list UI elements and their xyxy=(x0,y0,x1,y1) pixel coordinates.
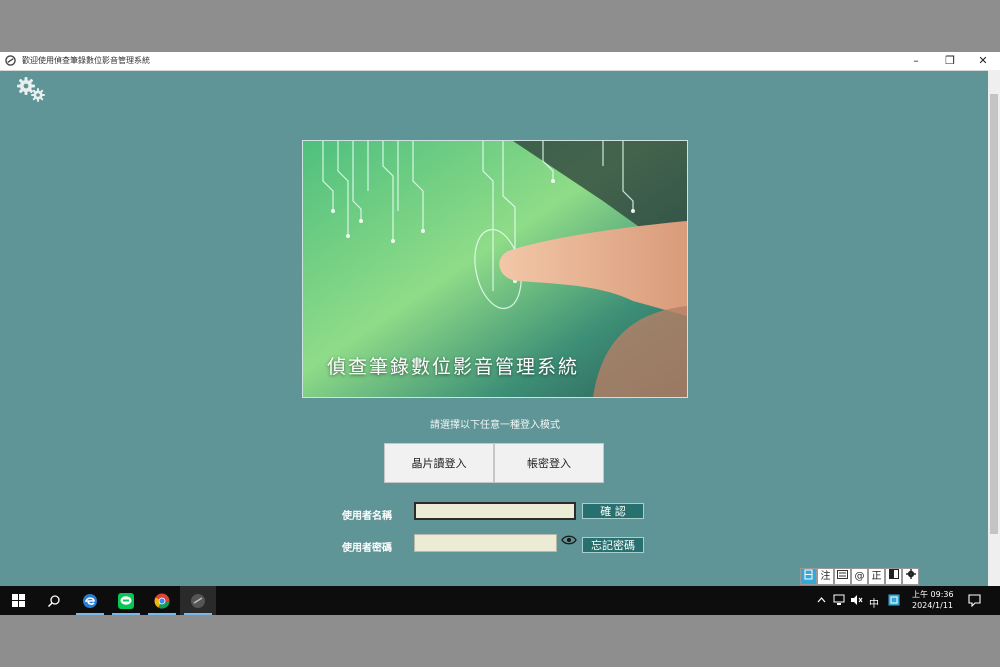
search-icon[interactable] xyxy=(36,586,72,615)
password-label: 使用者密碼 xyxy=(342,543,392,554)
ime-keyboard-icon[interactable] xyxy=(834,568,851,585)
confirm-button[interactable]: 確 認 xyxy=(582,503,644,519)
show-password-eye-icon[interactable] xyxy=(561,534,577,546)
login-mode-selector: 晶片讀登入 帳密登入 xyxy=(384,443,604,483)
taskbar: 中 上午 09:36 2024/1/11 xyxy=(0,586,1000,615)
ime-symbol-button[interactable]: @ xyxy=(851,568,868,585)
chevron-up-icon[interactable] xyxy=(817,596,826,604)
password-field[interactable] xyxy=(414,534,557,552)
network-icon[interactable] xyxy=(833,594,845,606)
app-window: 歡迎使用偵查筆錄數位影音管理系統 – ❐ ✕ 偵查筆錄數位影音管理系統 請選擇以… xyxy=(0,52,1000,586)
forgot-password-button[interactable]: 忘記密碼 xyxy=(582,537,644,553)
notification-center-icon[interactable] xyxy=(968,594,981,607)
username-field[interactable] xyxy=(414,502,576,520)
minimize-button[interactable]: – xyxy=(899,52,933,70)
volume-muted-icon[interactable] xyxy=(850,594,863,606)
settings-gears-icon[interactable] xyxy=(16,76,48,104)
close-button[interactable]: ✕ xyxy=(966,52,1000,70)
ime-toolbar: 注 @ 正 xyxy=(800,568,919,585)
login-prompt: 請選擇以下任意一種登入模式 xyxy=(430,420,560,431)
clock-date[interactable]: 2024/1/11 xyxy=(912,601,953,610)
edge-browser-icon[interactable] xyxy=(72,586,108,615)
username-label: 使用者名稱 xyxy=(342,511,392,522)
hero-banner: 偵查筆錄數位影音管理系統 xyxy=(302,140,688,398)
chrome-icon[interactable] xyxy=(144,586,180,615)
app-icon xyxy=(5,55,16,66)
ime-mode-icon[interactable] xyxy=(800,568,817,585)
taskbar-running-indicator xyxy=(112,613,140,615)
ime-language-indicator[interactable]: 中 xyxy=(869,595,879,610)
ime-settings-gear-icon[interactable] xyxy=(902,568,919,585)
hero-title: 偵查筆錄數位影音管理系統 xyxy=(327,356,580,378)
ime-fullwidth-icon[interactable] xyxy=(885,568,902,585)
ime-traditional-button[interactable]: 正 xyxy=(868,568,885,585)
line-app-icon[interactable] xyxy=(108,586,144,615)
scrollbar-thumb[interactable] xyxy=(990,94,998,534)
card-reader-login-button[interactable]: 晶片讀登入 xyxy=(384,443,494,483)
scrollbar[interactable] xyxy=(988,70,1000,586)
title-bar: 歡迎使用偵查筆錄數位影音管理系統 – ❐ ✕ xyxy=(0,52,1000,71)
ime-zhuyin-button[interactable]: 注 xyxy=(817,568,834,585)
active-app-icon[interactable] xyxy=(180,586,216,615)
taskbar-running-indicator xyxy=(148,613,176,615)
clock-time[interactable]: 上午 09:36 xyxy=(912,589,954,600)
ime-tray-icon[interactable] xyxy=(888,594,900,606)
restore-button[interactable]: ❐ xyxy=(933,52,967,70)
window-title: 歡迎使用偵查筆錄數位影音管理系統 xyxy=(22,56,150,65)
taskbar-running-indicator xyxy=(184,613,212,615)
start-windows-icon[interactable] xyxy=(0,586,36,615)
password-login-button[interactable]: 帳密登入 xyxy=(494,443,604,483)
taskbar-running-indicator xyxy=(76,613,104,615)
